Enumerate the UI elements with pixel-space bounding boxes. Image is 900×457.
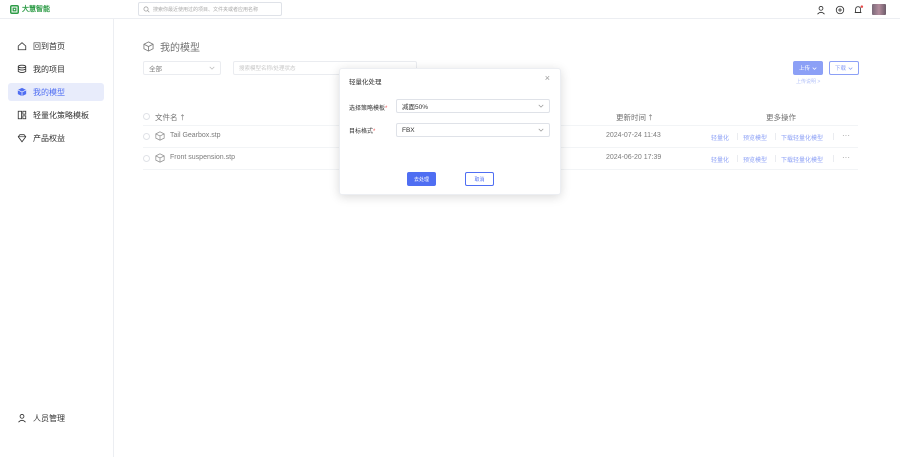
user-icon[interactable]	[815, 4, 826, 15]
top-bar: 大慧智能 搜索你最近使用过的项目、文件夹或者应用名称	[0, 0, 900, 19]
close-icon[interactable]: ×	[545, 73, 550, 83]
format-field-label: 目标格式*	[349, 129, 376, 135]
sidebar-item-members[interactable]: 人员管理	[8, 409, 104, 427]
sidebar-item-benefits[interactable]: 产品权益	[8, 129, 104, 147]
format-select-value: FBX	[402, 126, 415, 134]
sidebar: 回到首页 我的项目 我的模型 轻量化策略模板 产品权益 人员管理	[0, 19, 114, 457]
sidebar-item-label: 我的项目	[33, 64, 65, 74]
cancel-button[interactable]: 取消	[465, 172, 494, 186]
home-icon	[17, 41, 27, 51]
brand-name: 大慧智能	[22, 6, 50, 13]
confirm-button[interactable]: 去处理	[407, 172, 436, 186]
sidebar-item-projects[interactable]: 我的项目	[8, 60, 104, 78]
chevron-down-icon	[538, 128, 544, 132]
sidebar-item-label: 人员管理	[33, 413, 65, 423]
sidebar-item-label: 产品权益	[33, 133, 65, 143]
bell-icon[interactable]	[853, 4, 864, 15]
chevron-down-icon	[538, 104, 544, 108]
sidebar-item-home[interactable]: 回到首页	[8, 37, 104, 55]
modal-title: 轻量化处理	[349, 79, 382, 86]
lightweight-modal: 轻量化处理 × 选择策略模板* 减面50% 目标格式* FBX 去处理 取消	[339, 68, 561, 195]
diamond-icon	[17, 133, 27, 143]
brand-logo[interactable]: 大慧智能	[10, 4, 50, 14]
template-icon	[17, 110, 27, 120]
search-placeholder: 搜索你最近使用过的项目、文件夹或者应用名称	[153, 6, 259, 13]
logo-mark-icon	[10, 4, 19, 14]
template-select[interactable]: 减面50%	[396, 99, 550, 113]
global-search-input[interactable]: 搜索你最近使用过的项目、文件夹或者应用名称	[138, 2, 282, 16]
template-field-label: 选择策略模板*	[349, 106, 388, 112]
sidebar-item-templates[interactable]: 轻量化策略模板	[8, 106, 104, 124]
sidebar-item-label: 轻量化策略模板	[33, 110, 89, 120]
person-icon	[17, 413, 27, 423]
sidebar-item-label: 我的模型	[33, 87, 65, 97]
search-icon	[143, 6, 150, 13]
stack-icon	[17, 64, 27, 74]
sidebar-item-models[interactable]: 我的模型	[8, 83, 104, 101]
plus-circle-icon[interactable]	[834, 4, 845, 15]
format-select[interactable]: FBX	[396, 123, 550, 137]
cube-icon	[17, 87, 27, 97]
sidebar-item-label: 回到首页	[33, 41, 65, 51]
avatar[interactable]	[872, 4, 886, 15]
template-select-value: 减面50%	[402, 104, 429, 111]
